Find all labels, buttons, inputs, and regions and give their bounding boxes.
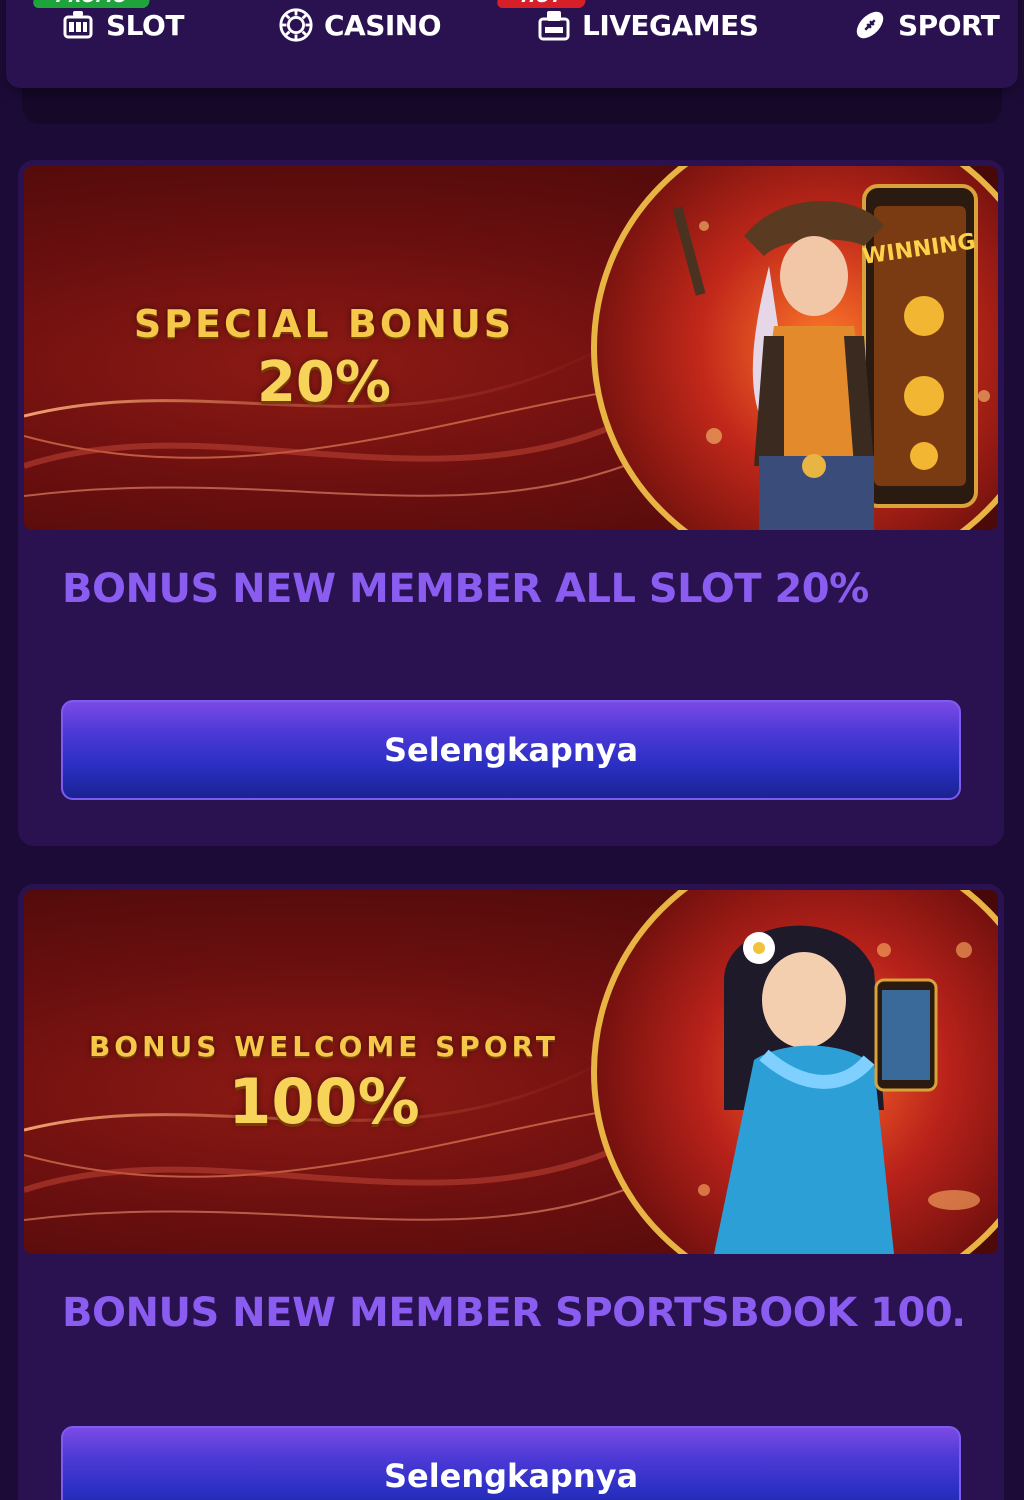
banner-line2: 100% [228, 1065, 420, 1138]
nav-livegames[interactable]: LIVEGAMES [536, 7, 759, 43]
nav-casino[interactable]: CASINO [278, 7, 442, 43]
top-nav: PROMO HOT SLOT [6, 0, 1018, 88]
more-button-label: Selengkapnya [383, 1457, 639, 1495]
promo-title: BONUS NEW MEMBER SPORTSBOOK 100… [62, 1290, 962, 1336]
nav-slot-label: SLOT [106, 8, 184, 42]
nav-livegames-label: LIVEGAMES [582, 8, 759, 42]
slot-machine-icon [60, 7, 96, 43]
more-button[interactable]: Selengkapnya [61, 1426, 961, 1500]
nav-sport-label: SPORT [898, 8, 1000, 42]
banner-line2: 20% [256, 350, 392, 415]
banner-headline: BONUS WELCOME SPORT 100% [24, 1030, 624, 1138]
banner-headline: SPECIAL BONUS 20% [24, 302, 624, 415]
nav-shadow [22, 88, 1002, 124]
more-button-label: Selengkapnya [383, 731, 639, 769]
banner-line1: BONUS WELCOME SPORT [88, 1030, 560, 1063]
football-icon [852, 7, 888, 43]
promo-banner-image[interactable]: BONUS WELCOME SPORT 100% [24, 890, 998, 1254]
promo-card: BONUS WELCOME SPORT 100% BONUS NEW MEMBE… [18, 884, 1004, 1500]
banner-line1: SPECIAL BONUS [133, 302, 515, 346]
nav-slot[interactable]: SLOT [60, 8, 184, 42]
promo-title: BONUS NEW MEMBER ALL SLOT 20% [62, 566, 869, 612]
more-button[interactable]: Selengkapnya [61, 700, 961, 800]
nav-sport[interactable]: SPORT [852, 7, 1000, 43]
promo-banner-image[interactable]: WINNING SPECIAL BONUS 20% [24, 166, 998, 530]
live-tv-icon [536, 7, 572, 43]
promotions-page: PROMO HOT SLOT [0, 0, 1024, 1500]
promo-card: WINNING SPECIAL BONUS 20% BONUS NEW MEMB… [18, 160, 1004, 846]
nav-casino-label: CASINO [324, 8, 442, 42]
casino-chip-icon [278, 7, 314, 43]
